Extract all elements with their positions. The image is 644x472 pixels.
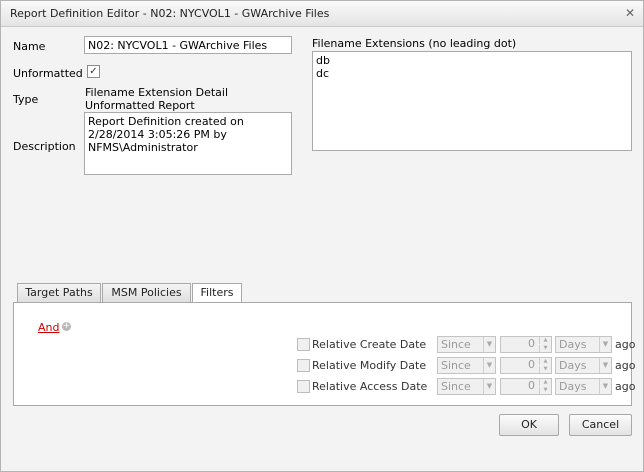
unformatted-checkbox[interactable]: ✓ bbox=[87, 65, 100, 78]
relative-access-label: Relative Access Date bbox=[312, 380, 428, 393]
filters-panel: And + Relative Create Date Since ▼ 0 ▲ ▼ Da… bbox=[13, 302, 635, 406]
spin-down-icon[interactable]: ▼ bbox=[539, 345, 551, 352]
relative-access-mode-select[interactable]: Since ▼ bbox=[437, 378, 496, 395]
type-value: Filename Extension Detail Unformatted Re… bbox=[85, 86, 228, 112]
relative-modify-checkbox[interactable] bbox=[297, 359, 310, 372]
dropdown-arrow-icon: ▼ bbox=[599, 358, 611, 373]
relative-modify-label: Relative Modify Date bbox=[312, 359, 427, 372]
relative-access-unit-select[interactable]: Days ▼ bbox=[555, 378, 612, 395]
spin-down-icon[interactable]: ▼ bbox=[539, 387, 551, 394]
title-bar[interactable]: Report Definition Editor - N02: NYCVOL1 … bbox=[1, 1, 643, 27]
unformatted-label: Unformatted bbox=[13, 67, 83, 80]
name-input[interactable]: N02: NYCVOL1 - GWArchive Files bbox=[84, 36, 292, 54]
dropdown-arrow-icon: ▼ bbox=[599, 379, 611, 394]
dropdown-arrow-icon: ▼ bbox=[483, 337, 495, 352]
ok-button[interactable]: OK bbox=[499, 414, 559, 436]
relative-create-checkbox[interactable] bbox=[297, 338, 310, 351]
relative-modify-amount-spinner[interactable]: 0 ▲ ▼ bbox=[500, 357, 552, 374]
extensions-label: Filename Extensions (no leading dot) bbox=[312, 37, 517, 50]
description-textarea[interactable]: Report Definition created on 2/28/2014 3… bbox=[84, 112, 292, 175]
relative-create-mode-select[interactable]: Since ▼ bbox=[437, 336, 496, 353]
ago-label: ago bbox=[615, 359, 636, 372]
relative-create-label: Relative Create Date bbox=[312, 338, 427, 351]
relative-create-amount-spinner[interactable]: 0 ▲ ▼ bbox=[500, 336, 552, 353]
dialog-title: Report Definition Editor - N02: NYCVOL1 … bbox=[10, 7, 330, 20]
tab-target-paths[interactable]: Target Paths bbox=[17, 283, 101, 303]
and-operator-link[interactable]: And bbox=[38, 321, 59, 334]
dropdown-arrow-icon: ▼ bbox=[483, 379, 495, 394]
dropdown-arrow-icon: ▼ bbox=[483, 358, 495, 373]
spin-up-icon[interactable]: ▲ bbox=[539, 337, 551, 344]
tab-filters[interactable]: Filters bbox=[192, 283, 242, 304]
spin-down-icon[interactable]: ▼ bbox=[539, 366, 551, 373]
filter-row-access: Relative Access Date Since ▼ 0 ▲ ▼ Days ▼ ag… bbox=[297, 378, 635, 396]
filter-row-modify: Relative Modify Date Since ▼ 0 ▲ ▼ Days ▼ ag… bbox=[297, 357, 635, 375]
description-label: Description bbox=[13, 140, 76, 153]
relative-create-unit-select[interactable]: Days ▼ bbox=[555, 336, 612, 353]
ago-label: ago bbox=[615, 380, 636, 393]
close-icon[interactable]: ✕ bbox=[623, 6, 637, 20]
dropdown-arrow-icon: ▼ bbox=[599, 337, 611, 352]
name-label: Name bbox=[13, 40, 46, 53]
relative-access-amount-spinner[interactable]: 0 ▲ ▼ bbox=[500, 378, 552, 395]
filter-row-create: Relative Create Date Since ▼ 0 ▲ ▼ Days ▼ ag… bbox=[297, 336, 635, 354]
plus-circle-icon[interactable]: + bbox=[62, 322, 71, 331]
spin-up-icon[interactable]: ▲ bbox=[539, 358, 551, 365]
extensions-textarea[interactable]: db dc bbox=[312, 51, 632, 151]
relative-modify-mode-select[interactable]: Since ▼ bbox=[437, 357, 496, 374]
report-definition-dialog: Report Definition Editor - N02: NYCVOL1 … bbox=[0, 0, 644, 472]
type-label: Type bbox=[13, 93, 39, 106]
ago-label: ago bbox=[615, 338, 636, 351]
relative-access-checkbox[interactable] bbox=[297, 380, 310, 393]
cancel-button[interactable]: Cancel bbox=[569, 414, 632, 436]
relative-modify-unit-select[interactable]: Days ▼ bbox=[555, 357, 612, 374]
tab-msm-policies[interactable]: MSM Policies bbox=[102, 283, 191, 303]
spin-up-icon[interactable]: ▲ bbox=[539, 379, 551, 386]
